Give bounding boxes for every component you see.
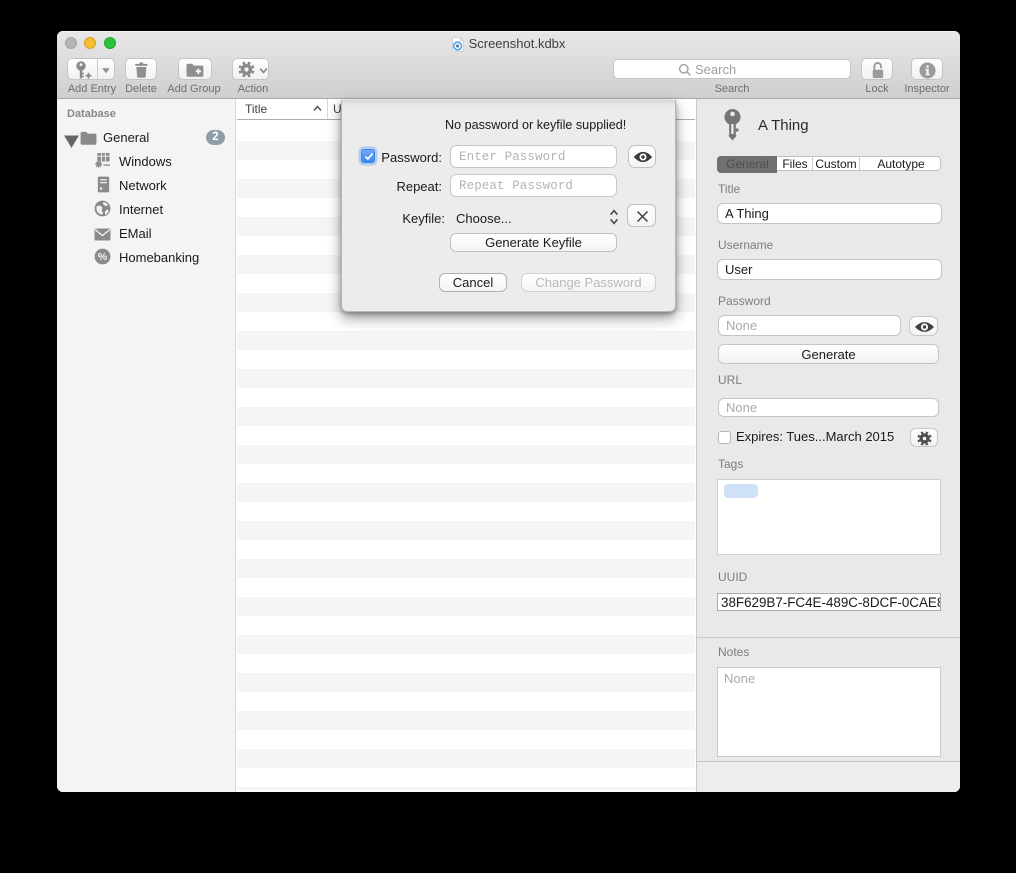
svg-text:%: % — [98, 251, 108, 263]
